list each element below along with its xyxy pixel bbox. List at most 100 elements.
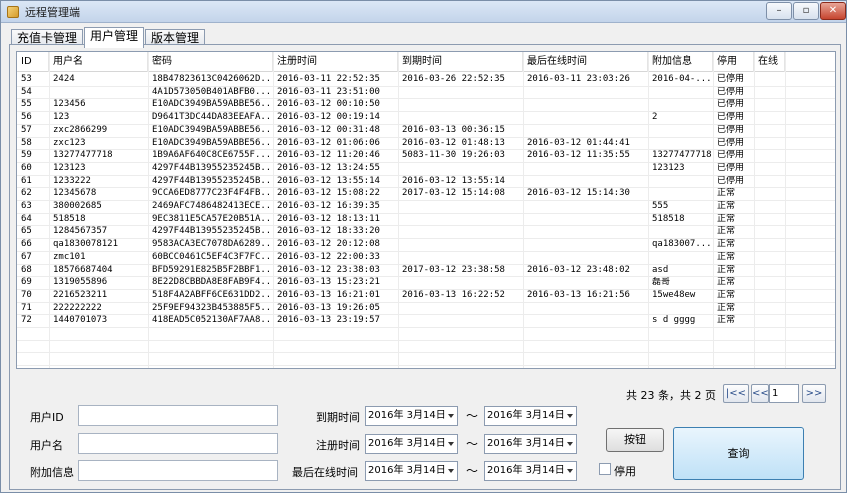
cell-id: 62 [21, 188, 32, 198]
row-divider [17, 264, 835, 265]
cell-online [756, 73, 784, 86]
cell-online [756, 149, 784, 162]
dropdown-arrow-icon [448, 469, 454, 473]
cell-id: 56 [21, 112, 32, 122]
cell-expire-time [400, 111, 522, 124]
cell-disabled: 正常 [717, 277, 736, 287]
page-number-input[interactable]: 1 [769, 384, 799, 403]
header-col-password[interactable]: 密码 [148, 52, 273, 72]
header-col-register-time[interactable]: 注册时间 [273, 52, 398, 72]
cell-username: 123 [53, 112, 70, 122]
last-online-to-date[interactable]: 2016年 3月14日 [484, 461, 577, 481]
prev-page-button[interactable]: << [751, 384, 769, 403]
cell-id: 69 [21, 277, 32, 287]
cell-password: 4297F44B13955235245B... [152, 226, 272, 236]
cell-username: 2216523211 [53, 290, 108, 300]
tab-user-management[interactable]: 用户管理 [84, 27, 145, 48]
cell-last-online: 2016-03-12 15:14:30 [527, 188, 630, 198]
cell-id: 53 [21, 74, 32, 84]
cell-disabled: 正常 [717, 252, 736, 262]
last-online-to-value: 2016年 3月14日 [487, 465, 565, 476]
cell-expire-time [400, 98, 522, 111]
cell-id: 70 [21, 290, 32, 300]
header-col-id[interactable]: ID [17, 52, 49, 72]
row-divider [17, 225, 835, 226]
expire-from-date[interactable]: 2016年 3月14日 [365, 406, 458, 426]
cell-password: 8E22D8CBBDA8E8FAB9F4... [152, 277, 272, 287]
register-to-date[interactable]: 2016年 3月14日 [484, 434, 577, 454]
cell-extra-info: 123123 [652, 163, 685, 173]
next-page-button[interactable]: >> [802, 384, 826, 403]
cell-extra-info: 2016-04-... [652, 74, 712, 84]
expire-to-value: 2016年 3月14日 [487, 410, 565, 421]
disabled-checkbox[interactable] [599, 463, 611, 475]
action-button[interactable]: 按钮 [606, 428, 664, 452]
range-separator: ～ [466, 437, 479, 451]
maximize-button[interactable]: ▫ [793, 2, 819, 20]
row-divider [17, 289, 835, 290]
cell-extra-info: 2 [652, 112, 658, 122]
header-col-online[interactable]: 在线 [754, 52, 785, 72]
header-col-extra-info[interactable]: 附加信息 [648, 52, 713, 72]
cell-last-online [525, 251, 647, 264]
username-input[interactable] [78, 433, 278, 454]
expire-to-date[interactable]: 2016年 3月14日 [484, 406, 577, 426]
pager-summary: 共 23 条，共 2 页 [626, 389, 716, 402]
cell-register-time: 2016-03-12 00:31:48 [277, 125, 380, 135]
last-online-label: 最后在线时间 [292, 466, 358, 479]
cell-expire-time [400, 314, 522, 327]
cell-disabled: 已停用 [717, 112, 745, 122]
cell-online [756, 314, 784, 327]
cell-last-online: 2016-03-13 16:21:56 [527, 290, 630, 300]
app-icon [7, 6, 19, 18]
cell-id: 66 [21, 239, 32, 249]
column-divider [713, 52, 714, 368]
cell-expire-time [400, 200, 522, 213]
header-col-expire-time[interactable]: 到期时间 [398, 52, 523, 72]
cell-id: 55 [21, 99, 32, 109]
cell-id: 65 [21, 226, 32, 236]
cell-disabled: 正常 [717, 201, 736, 211]
cell-expire-time [400, 276, 522, 289]
cell-last-online [525, 124, 647, 137]
cell-disabled: 正常 [717, 315, 736, 325]
cell-expire-time: 2017-03-12 15:14:08 [402, 188, 505, 198]
cell-username: zxc2866299 [53, 125, 108, 135]
header-col-disabled[interactable]: 停用 [713, 52, 754, 72]
cell-last-online [525, 276, 647, 289]
row-divider [17, 124, 835, 125]
user-table[interactable]: ID 用户名 密码 注册时间 到期时间 最后在线时间 附加信息 停用 在线 53 2424 18B4… [16, 51, 836, 369]
first-page-button[interactable]: |<< [723, 384, 749, 403]
cell-id: 60 [21, 163, 32, 173]
cell-username: 12345678 [53, 188, 97, 198]
cell-last-online: 2016-03-11 23:03:26 [527, 74, 630, 84]
cell-extra-info: 13277477718 [652, 150, 712, 160]
cell-last-online [525, 98, 647, 111]
cell-register-time: 2016-03-13 16:21:01 [277, 290, 380, 300]
cell-password: 418EAD5C052130AF7AA8... [152, 315, 272, 325]
cell-password: D9641T3DC44DA83EEAFA... [152, 112, 272, 122]
register-from-date[interactable]: 2016年 3月14日 [365, 434, 458, 454]
header-col-last-online[interactable]: 最后在线时间 [523, 52, 648, 72]
last-online-from-date[interactable]: 2016年 3月14日 [365, 461, 458, 481]
close-button[interactable]: ✕ [820, 2, 846, 20]
cell-last-online [525, 162, 647, 175]
extra-info-input[interactable] [78, 460, 278, 481]
minimize-button[interactable]: – [766, 2, 792, 20]
cell-password: 60BCC0461C5EF4C3F7FC... [152, 252, 272, 262]
header-col-username[interactable]: 用户名 [49, 52, 148, 72]
cell-register-time: 2016-03-12 13:24:55 [277, 163, 380, 173]
cell-password: 1B9A6AF640C8CE6755F... [152, 150, 272, 160]
query-button[interactable]: 查询 [673, 427, 804, 480]
tab-strip: 充值卡管理 用户管理 版本管理 [11, 27, 206, 48]
cell-online [756, 225, 784, 238]
row-divider [17, 314, 835, 315]
disabled-checkbox-label: 停用 [614, 465, 636, 478]
user-id-input[interactable] [78, 405, 278, 426]
cell-id: 67 [21, 252, 32, 262]
column-divider [398, 52, 399, 368]
title-bar[interactable]: 远程管理端 – ▫ ✕ [1, 1, 846, 23]
range-separator: ～ [466, 464, 479, 478]
row-divider [17, 162, 835, 163]
cell-password: 4297F44B13955235245B... [152, 163, 272, 173]
